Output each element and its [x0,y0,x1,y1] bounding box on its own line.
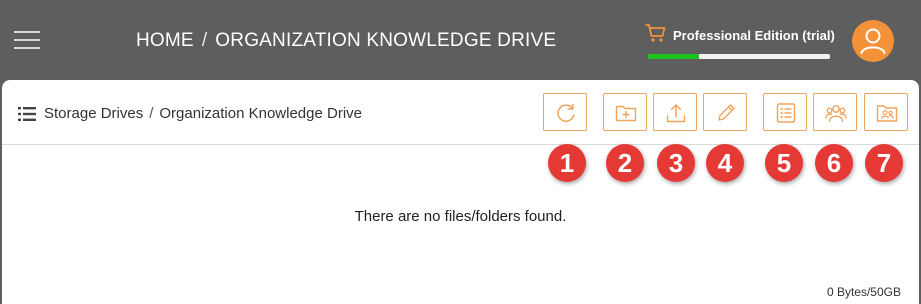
upload-icon [666,104,686,123]
empty-state-message: There are no files/folders found. [354,208,567,225]
breadcrumb-separator: / [201,30,208,51]
edition-label: Professional Edition (trial) [673,28,835,43]
drive-breadcrumb: Storage Drives / Organization Knowledge Dr… [44,105,362,122]
callout-marker-1: 1 [548,144,586,182]
page-breadcrumb: HOME / ORGANIZATION KNOWLEDGE DRIVE [136,30,556,52]
breadcrumb-drive-name: Organization Knowledge Drive [159,105,363,122]
breadcrumb-storage-drives-link[interactable]: Storage Drives [44,105,143,122]
new-folder-button[interactable] [603,93,647,131]
callout-marker-2: 2 [606,144,644,182]
breadcrumb-separator: / [149,105,154,122]
edit-button[interactable] [703,93,747,131]
callout-marker-6: 6 [815,144,853,182]
edit-pencil-icon [718,104,735,121]
details-button[interactable] [763,93,807,131]
users-group-icon [825,105,847,122]
edition-status[interactable]: Professional Edition (trial) [645,22,835,62]
trial-progress-fill [648,54,699,59]
callout-marker-5: 5 [765,144,803,182]
breadcrumb-home-link[interactable]: HOME [136,30,194,51]
new-folder-icon [615,105,637,122]
shared-folder-users-icon [876,105,898,122]
callout-marker-7: 7 [865,144,903,182]
drive-panel: Storage Drives / Organization Knowledge Dr… [2,80,919,304]
callout-marker-3: 3 [657,144,695,182]
drive-panel-header: Storage Drives / Organization Knowledge Dr… [2,80,919,145]
refresh-icon [557,103,575,122]
upload-button[interactable] [653,93,697,131]
manage-users-button[interactable] [813,93,857,131]
refresh-button[interactable] [543,93,587,131]
hamburger-menu-icon[interactable] [14,29,40,51]
top-bar: HOME / ORGANIZATION KNOWLEDGE DRIVE Profes… [0,0,921,80]
details-list-icon [776,103,796,123]
cart-icon [645,24,666,42]
callout-marker-4: 4 [706,144,744,182]
user-avatar-icon[interactable] [852,20,894,62]
trial-progress-bar [648,54,830,59]
storage-usage: 0 Bytes/50GB [826,285,901,299]
shared-folder-button[interactable] [864,93,908,131]
list-icon [18,107,36,121]
breadcrumb-current: ORGANIZATION KNOWLEDGE DRIVE [215,30,557,51]
